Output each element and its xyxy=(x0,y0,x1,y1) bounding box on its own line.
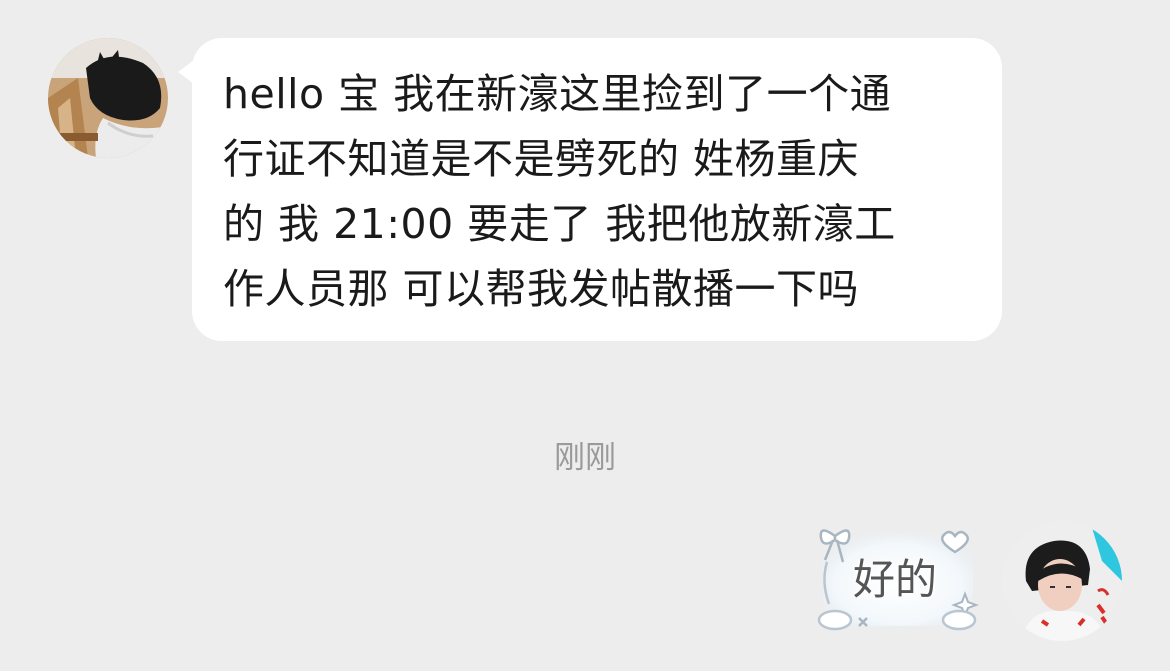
incoming-message-bubble[interactable]: hello 宝 我在新濠这里捡到了一个通 行证不知道是不是劈死的 姓杨重庆 的 … xyxy=(178,38,1002,341)
user-portrait-avatar-icon xyxy=(1002,521,1122,641)
message-timestamp: 刚刚 xyxy=(554,440,616,476)
contact-avatar[interactable] xyxy=(48,38,168,158)
user-avatar[interactable] xyxy=(1002,521,1122,641)
outgoing-message-text: 好的 xyxy=(853,555,938,604)
message-line: 作人员那 可以帮我发帖散播一下吗 xyxy=(223,265,860,313)
outgoing-message-bubble[interactable]: 好的 xyxy=(805,522,987,636)
message-line: 行证不知道是不是劈死的 姓杨重庆 xyxy=(223,135,860,183)
message-line: 的 我 21:00 要走了 我把他放新濠工 xyxy=(223,200,896,248)
black-cat-avatar-icon xyxy=(48,38,168,158)
message-line: hello 宝 我在新濠这里捡到了一个通 xyxy=(223,70,892,118)
bubble-tail xyxy=(178,60,194,84)
